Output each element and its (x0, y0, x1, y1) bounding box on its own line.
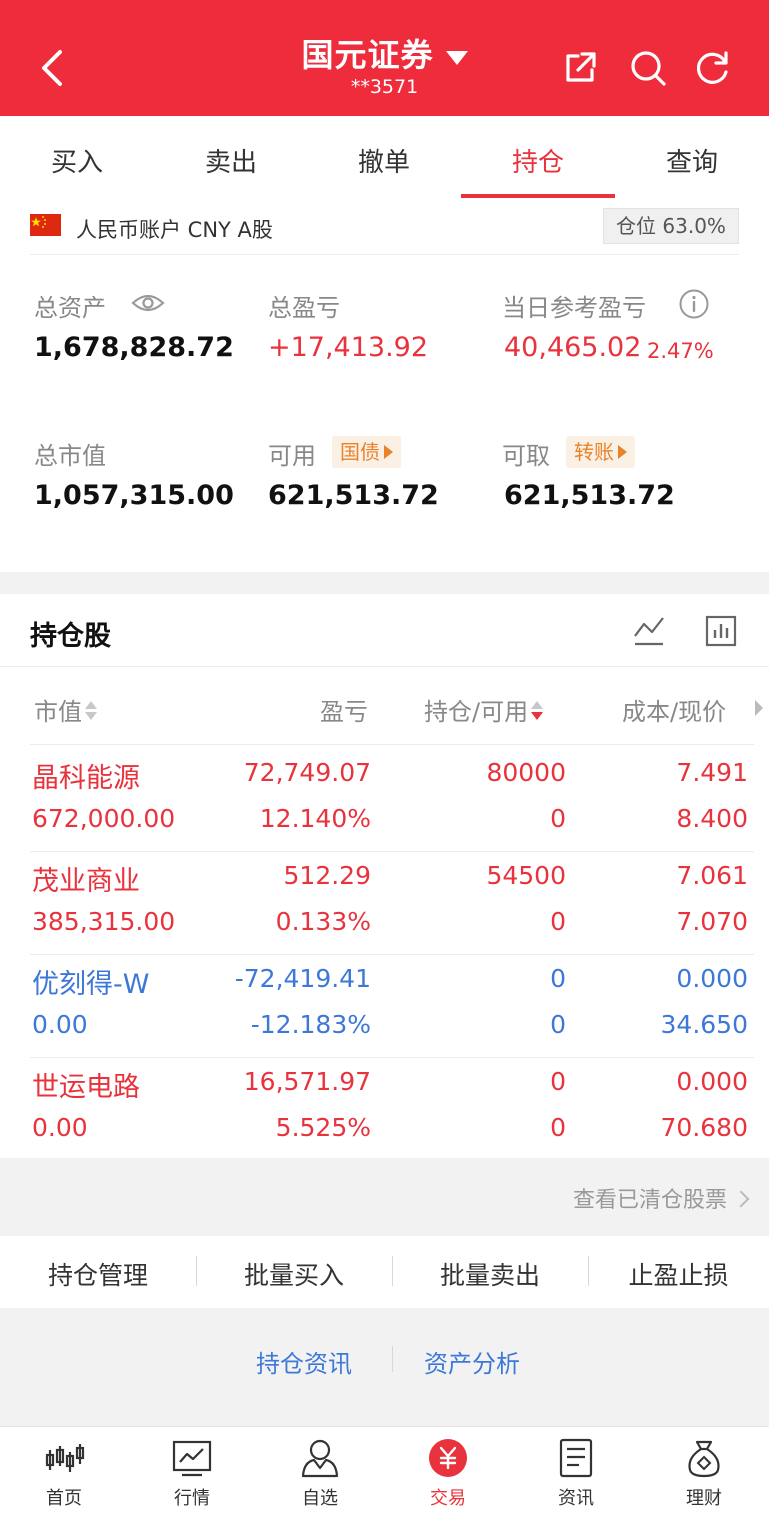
available-qty: 0 (550, 1113, 566, 1142)
holding-qty: 0 (550, 964, 566, 993)
market-value-value: 1,057,315.00 (34, 480, 234, 511)
cost-price: 0.000 (676, 1067, 748, 1096)
pnl-percent: 5.525% (275, 1113, 371, 1142)
current-price: 34.650 (660, 1010, 748, 1039)
nav-trade[interactable]: 交易 (384, 1436, 512, 1510)
dropdown-caret-icon (445, 50, 468, 65)
day-pnl-percent: 2.47% (647, 339, 714, 363)
holding-qty: 80000 (486, 758, 566, 787)
trade-tabs: 买入 卖出 撤单 持仓 查询 (0, 116, 769, 202)
day-pnl-label: 当日参考盈亏 (502, 294, 646, 322)
asset-analysis-link[interactable]: 资产分析 (424, 1344, 520, 1379)
active-tab-indicator (461, 194, 615, 198)
withdrawable-value: 621,513.72 (504, 480, 675, 511)
refresh-icon[interactable] (692, 48, 732, 88)
current-price: 7.070 (676, 907, 748, 936)
col-header-market-value[interactable]: 市值 (34, 692, 97, 727)
tab-sell[interactable]: 卖出 (154, 142, 308, 179)
share-icon[interactable] (560, 48, 600, 88)
total-assets-label: 总资产 (34, 294, 106, 322)
position-manage-button[interactable]: 持仓管理 (0, 1256, 196, 1292)
money-bag-icon (688, 1440, 720, 1478)
eye-icon[interactable] (131, 291, 165, 315)
available-qty: 0 (550, 907, 566, 936)
chart-icon (172, 1440, 212, 1477)
current-price: 8.400 (676, 804, 748, 833)
pnl-value: 16,571.97 (243, 1067, 371, 1096)
nav-wealth[interactable]: 理财 (640, 1436, 768, 1510)
transfer-tag[interactable]: 转账 (566, 436, 635, 468)
tab-cancel[interactable]: 撤单 (307, 142, 461, 179)
tab-holdings[interactable]: 持仓 (461, 142, 615, 179)
divider (30, 254, 739, 255)
position-ratio-badge: 仓位 63.0% (603, 208, 739, 244)
china-flag-icon (30, 214, 61, 236)
scroll-right-icon[interactable] (753, 698, 765, 718)
withdrawable-label: 可取 (502, 442, 550, 470)
sort-icon (85, 700, 97, 722)
available-qty: 0 (550, 1010, 566, 1039)
asset-summary-card (0, 202, 769, 572)
pnl-value: -72,419.41 (234, 964, 371, 993)
total-assets-value: 1,678,828.72 (34, 332, 234, 363)
pnl-value: 512.29 (283, 861, 371, 890)
total-pnl-value: +17,413.92 (268, 332, 429, 363)
candlestick-icon (45, 1444, 85, 1472)
nav-home[interactable]: 首页 (0, 1436, 128, 1510)
nav-market[interactable]: 行情 (128, 1436, 256, 1510)
cost-price: 0.000 (676, 964, 748, 993)
holding-news-link[interactable]: 持仓资讯 (256, 1344, 352, 1379)
yuan-icon (429, 1439, 467, 1477)
divider (392, 1346, 393, 1372)
current-price: 70.680 (660, 1113, 748, 1142)
nav-news[interactable]: 资讯 (512, 1436, 640, 1510)
tab-buy[interactable]: 买入 (0, 142, 154, 179)
nav-watchlist[interactable]: 自选 (256, 1436, 384, 1510)
play-arrow-icon (618, 444, 627, 459)
pnl-percent: -12.183% (250, 1010, 371, 1039)
divider (30, 744, 754, 745)
broker-title: 国元证券 (301, 36, 434, 74)
holdings-title: 持仓股 (30, 621, 111, 652)
account-type-label: 人民币账户 CNY A股 (76, 218, 273, 242)
info-icon[interactable] (678, 288, 710, 320)
view-cleared-stocks-link[interactable]: 查看已清仓股票 (573, 1182, 750, 1214)
line-chart-icon[interactable] (632, 614, 666, 648)
search-icon[interactable] (628, 48, 668, 88)
batch-sell-button[interactable]: 批量卖出 (392, 1256, 588, 1292)
sort-desc-icon (531, 700, 544, 722)
pnl-percent: 12.140% (259, 804, 371, 833)
cost-price: 7.491 (676, 758, 748, 787)
market-value-label: 总市值 (34, 442, 106, 470)
total-pnl-label: 总盈亏 (268, 294, 340, 322)
col-header-pnl[interactable]: 盈亏 (250, 692, 368, 727)
app-header: 国元证券 **3571 (0, 0, 769, 116)
available-qty: 0 (550, 804, 566, 833)
bar-chart-icon[interactable] (704, 614, 738, 648)
holding-qty: 0 (550, 1067, 566, 1096)
col-header-qty[interactable]: 持仓/可用 (424, 692, 544, 727)
available-label: 可用 (268, 442, 316, 470)
cost-price: 7.061 (676, 861, 748, 890)
pnl-percent: 0.133% (275, 907, 371, 936)
user-icon (301, 1439, 339, 1478)
day-pnl-value: 40,465.02 (504, 332, 642, 363)
available-value: 621,513.72 (268, 480, 439, 511)
holding-qty: 54500 (486, 861, 566, 890)
col-header-price[interactable]: 成本/现价 (622, 692, 726, 727)
play-arrow-icon (384, 444, 393, 459)
chevron-right-icon (732, 1190, 750, 1208)
document-icon (559, 1438, 593, 1478)
divider (0, 666, 769, 667)
tab-query[interactable]: 查询 (615, 142, 769, 179)
batch-buy-button[interactable]: 批量买入 (196, 1256, 392, 1292)
pnl-value: 72,749.07 (243, 758, 371, 787)
stop-profit-loss-button[interactable]: 止盈止损 (588, 1256, 769, 1292)
treasury-bond-tag[interactable]: 国债 (332, 436, 401, 468)
